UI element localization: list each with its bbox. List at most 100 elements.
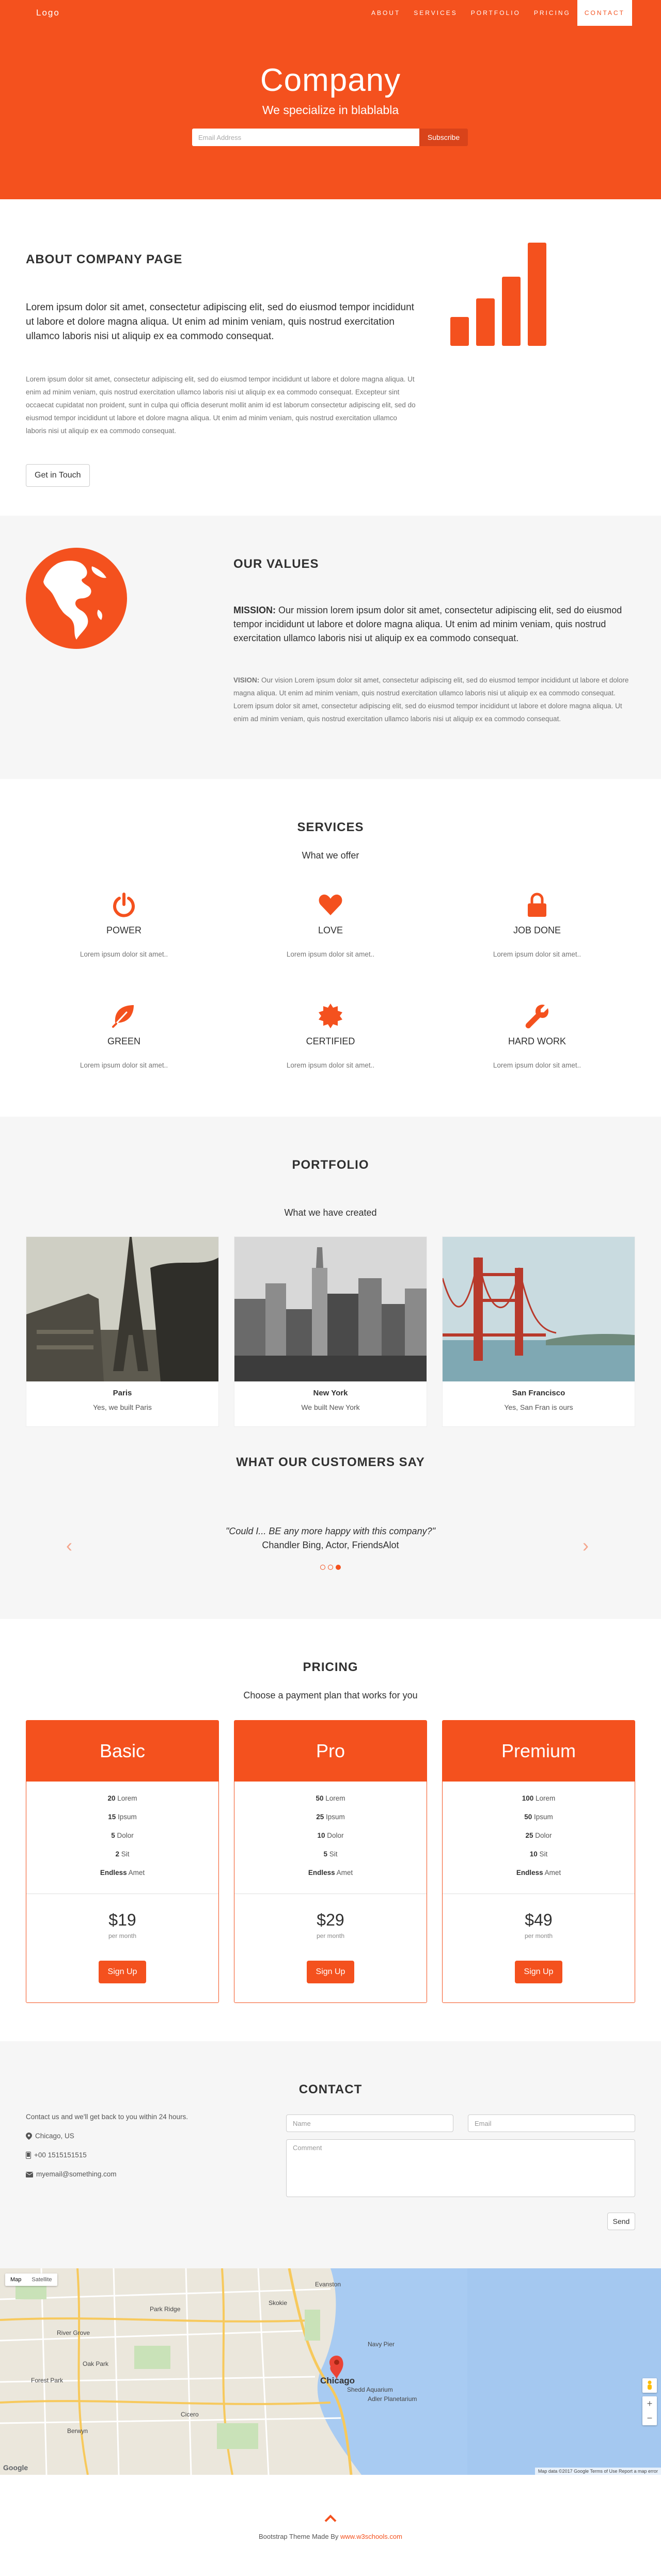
map-terms[interactable]: Map data ©2017 Google Terms of Use Repor… [534,2468,661,2475]
email-input[interactable] [192,129,419,146]
plan-feature: 25 Ipsum [316,1813,345,1821]
nav-portfolio[interactable]: PORTFOLIO [464,0,527,26]
carousel-indicators [0,1565,661,1570]
sign-up-button[interactable]: Sign Up [307,1961,354,1983]
google-logo[interactable]: Google [3,2463,28,2472]
plan-features: 100 Lorem 50 Ipsum 25 Dolor 10 Sit Endle… [443,1782,635,1882]
plan-price: $19 [108,1911,136,1929]
pegman-icon[interactable] [642,2378,657,2393]
portfolio-card-paris[interactable]: Paris Yes, we built Paris [26,1236,219,1427]
map-city-label: Chicago [320,2376,355,2386]
comment-textarea[interactable] [286,2139,635,2197]
service-hard-work: HARD WORK Lorem ipsum dolor sit amet.. [439,1003,635,1069]
plan-feature: 10 Dolor [317,1832,344,1839]
plan-features: 20 Lorem 15 Ipsum 5 Dolor 2 Sit Endless … [26,1782,218,1882]
map-label: Adler Planetarium [368,2395,417,2403]
vision-label: VISION: [233,676,260,684]
plan-feature: 50 Ipsum [524,1813,553,1821]
lock-icon [528,893,546,917]
service-text: Lorem ipsum dolor sit amet.. [286,1061,375,1069]
nav-pricing[interactable]: PRICING [527,0,577,26]
plan-footer: $19 per month Sign Up [26,1894,218,2002]
get-in-touch-button[interactable]: Get in Touch [26,464,90,487]
certificate-icon [319,1004,342,1028]
carousel-dot[interactable] [328,1565,333,1570]
plan-feature: 5 Dolor [111,1832,134,1839]
plan-feature: 5 Sit [323,1850,338,1858]
service-title: GREEN [107,1036,140,1046]
signal-icon [450,243,546,346]
portfolio-caption: We built New York [301,1403,360,1411]
contact-location: Chicago, US [26,2132,188,2141]
send-button[interactable]: Send [607,2213,635,2230]
nav-contact[interactable]: CONTACT [577,0,632,26]
navbar: Logo ABOUT SERVICES PORTFOLIO PRICING CO… [0,0,661,26]
name-input[interactable] [286,2114,453,2132]
map-label: Evanston [315,2281,341,2288]
plan-period: per month [108,1932,137,1939]
map-label: Navy Pier [368,2341,395,2348]
portfolio-card-new-york[interactable]: New York We built New York [234,1236,427,1427]
subscribe-form: Subscribe [192,129,468,146]
plan-feature: 20 Lorem [107,1794,137,1802]
map-marker-icon [26,2133,32,2140]
footer-text: Bootstrap Theme Made By www.w3schools.co… [259,2533,402,2540]
testimonial-quote: "Could I... BE any more happy with this … [0,1524,661,1552]
pricing-title: PRICING [303,1660,358,1674]
subscribe-button[interactable]: Subscribe [419,129,468,146]
email-field[interactable] [468,2114,635,2132]
portfolio-city: San Francisco [512,1389,565,1397]
service-title: POWER [106,925,141,935]
power-icon [113,893,135,917]
new-york-image [234,1237,427,1381]
sign-up-button[interactable]: Sign Up [99,1961,146,1983]
zoom-control: + − [642,2396,657,2425]
service-title: CERTIFIED [306,1036,355,1046]
plan-feature: 15 Ipsum [108,1813,137,1821]
mission-label: MISSION: [233,605,276,615]
contact-email: myemail@something.com [26,2170,188,2179]
carousel-dot-active[interactable] [336,1565,341,1570]
about-section: ABOUT COMPANY PAGE Lorem ipsum dolor sit… [0,199,661,516]
contact-intro: Contact us and we'll get back to you wit… [26,2113,188,2121]
map-type-map[interactable]: Map [5,2273,26,2286]
plan-feature: 25 Dolor [525,1832,552,1839]
heart-icon [319,894,342,915]
portfolio-card-san-francisco[interactable]: San Francisco Yes, San Fran is ours [442,1236,635,1427]
service-title: JOB DONE [513,925,561,935]
map-type-satellite[interactable]: Satellite [26,2273,57,2286]
quote-author: Chandler Bing, Actor, FriendsAlot [262,1540,399,1550]
chevron-right-icon[interactable]: › [583,1535,589,1556]
map-label: Cicero [181,2411,199,2418]
plan-price: $49 [525,1911,553,1929]
contact-section: CONTACT Contact us and we'll get back to… [0,2041,661,2268]
portfolio-title: PORTFOLIO [292,1158,369,1172]
nav-about[interactable]: ABOUT [365,0,407,26]
zoom-out-button[interactable]: − [642,2411,657,2425]
chevron-up-icon[interactable] [322,2513,339,2524]
service-love: LOVE Lorem ipsum dolor sit amet.. [232,892,429,958]
map-label: River Grove [57,2329,90,2336]
portfolio-city: New York [313,1389,348,1397]
logo-link[interactable]: Logo [36,8,60,18]
plan-pro: Pro 50 Lorem 25 Ipsum 10 Dolor 5 Sit End… [234,1720,427,2003]
services-subtitle: What we offer [302,850,359,861]
plan-basic: Basic 20 Lorem 15 Ipsum 5 Dolor 2 Sit En… [26,1720,219,2003]
map-label: Oak Park [83,2360,109,2367]
service-text: Lorem ipsum dolor sit amet.. [80,950,168,958]
zoom-in-button[interactable]: + [642,2396,657,2411]
nav-services[interactable]: SERVICES [407,0,464,26]
sign-up-button[interactable]: Sign Up [515,1961,562,1983]
plan-features: 50 Lorem 25 Ipsum 10 Dolor 5 Sit Endless… [234,1782,427,1882]
mission-text: MISSION: Our mission lorem ipsum dolor s… [233,603,636,645]
quote-text: "Could I... BE any more happy with this … [226,1526,435,1536]
service-text: Lorem ipsum dolor sit amet.. [493,1061,581,1069]
footer: Bootstrap Theme Made By www.w3schools.co… [0,2475,661,2576]
contact-title: CONTACT [298,2082,363,2096]
carousel-dot[interactable] [320,1565,325,1570]
plan-footer: $49 per month Sign Up [443,1894,635,2002]
nav-menu: ABOUT SERVICES PORTFOLIO PRICING CONTACT [365,0,632,26]
google-map[interactable]: Evanston Skokie Park Ridge River Grove O… [0,2268,661,2475]
w3schools-link[interactable]: www.w3schools.com [340,2533,402,2540]
mission-body: Our mission lorem ipsum dolor sit amet, … [233,605,622,643]
